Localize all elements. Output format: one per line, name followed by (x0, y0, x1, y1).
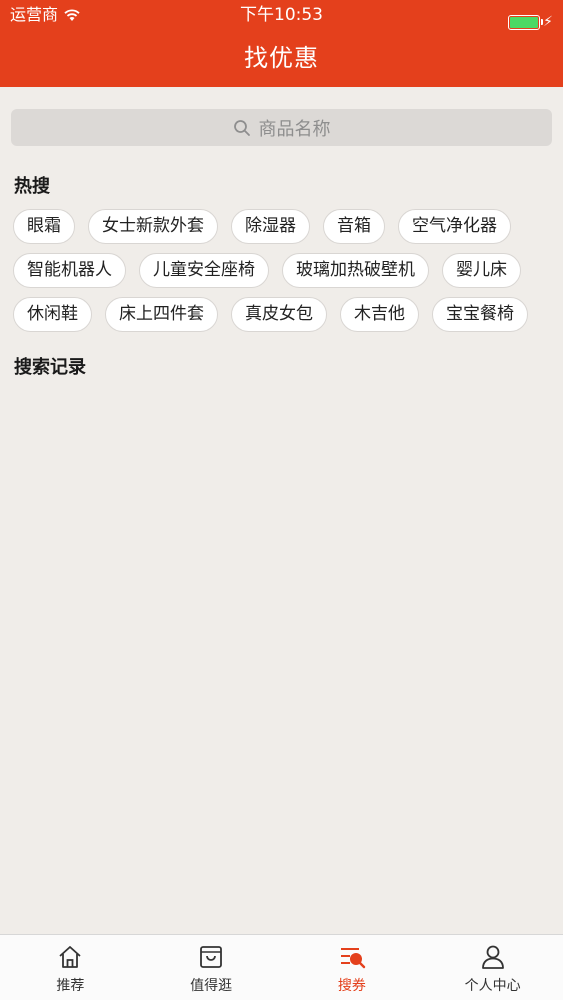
battery-icon (508, 14, 544, 30)
hot-search-tag[interactable]: 音箱 (323, 209, 385, 244)
hot-search-tag[interactable]: 智能机器人 (13, 253, 126, 288)
hot-search-tag[interactable]: 婴儿床 (442, 253, 521, 288)
tab-label: 个人中心 (464, 978, 521, 994)
tab-label: 搜券 (337, 978, 366, 994)
tab-recommend[interactable]: 推荐 (0, 935, 141, 1000)
search-placeholder: 商品名称 (258, 118, 331, 140)
hot-search-tag[interactable]: 女士新款外套 (88, 209, 218, 244)
tab-worth-browsing[interactable]: 值得逛 (141, 935, 282, 1000)
hot-search-tag[interactable]: 眼霜 (13, 209, 75, 244)
tag-row: 眼霜 女士新款外套 除湿器 音箱 空气净化器 (13, 209, 553, 244)
hot-search-tag[interactable]: 儿童安全座椅 (139, 253, 269, 288)
status-time: 下午10:53 (240, 5, 323, 25)
tab-search-coupon[interactable]: 搜券 (282, 935, 423, 1000)
hot-search-tag[interactable]: 除湿器 (231, 209, 310, 244)
search-history-title: 搜索记录 (14, 357, 86, 378)
hot-search-tag[interactable]: 床上四件套 (105, 297, 218, 332)
hot-search-tag[interactable]: 宝宝餐椅 (432, 297, 528, 332)
battery-indicator: ⚡ (508, 7, 553, 37)
tab-label: 值得逛 (190, 978, 233, 994)
search-icon (233, 119, 250, 136)
tab-profile[interactable]: 个人中心 (422, 935, 563, 1000)
hot-search-tag[interactable]: 玻璃加热破壁机 (282, 253, 429, 288)
bottom-tab-bar: 推荐 值得逛 搜券 个人中心 (0, 934, 563, 1000)
hot-search-tag[interactable]: 木吉他 (340, 297, 419, 332)
hot-search-title: 热搜 (14, 176, 50, 197)
hot-search-tag[interactable]: 休闲鞋 (13, 297, 92, 332)
hot-search-tag[interactable]: 真皮女包 (231, 297, 327, 332)
search-input[interactable]: 商品名称 (11, 109, 552, 146)
hot-search-tag[interactable]: 空气净化器 (398, 209, 511, 244)
home-icon (59, 946, 81, 968)
user-icon (481, 945, 504, 969)
top-header: 运营商 下午10:53 ⚡ 找优惠 (0, 0, 563, 87)
tab-label: 推荐 (56, 978, 85, 994)
tag-row: 智能机器人 儿童安全座椅 玻璃加热破壁机 婴儿床 (13, 253, 553, 288)
status-bar: 运营商 下午10:53 ⚡ (0, 0, 563, 30)
shopping-bag-icon (200, 946, 223, 968)
page-title: 找优惠 (244, 44, 319, 72)
tag-row: 休闲鞋 床上四件套 真皮女包 木吉他 宝宝餐椅 (13, 297, 553, 332)
hot-search-tags: 眼霜 女士新款外套 除湿器 音箱 空气净化器 智能机器人 儿童安全座椅 玻璃加热… (13, 209, 553, 341)
coupon-search-icon (340, 948, 366, 969)
charging-bolt-icon: ⚡ (543, 14, 553, 30)
